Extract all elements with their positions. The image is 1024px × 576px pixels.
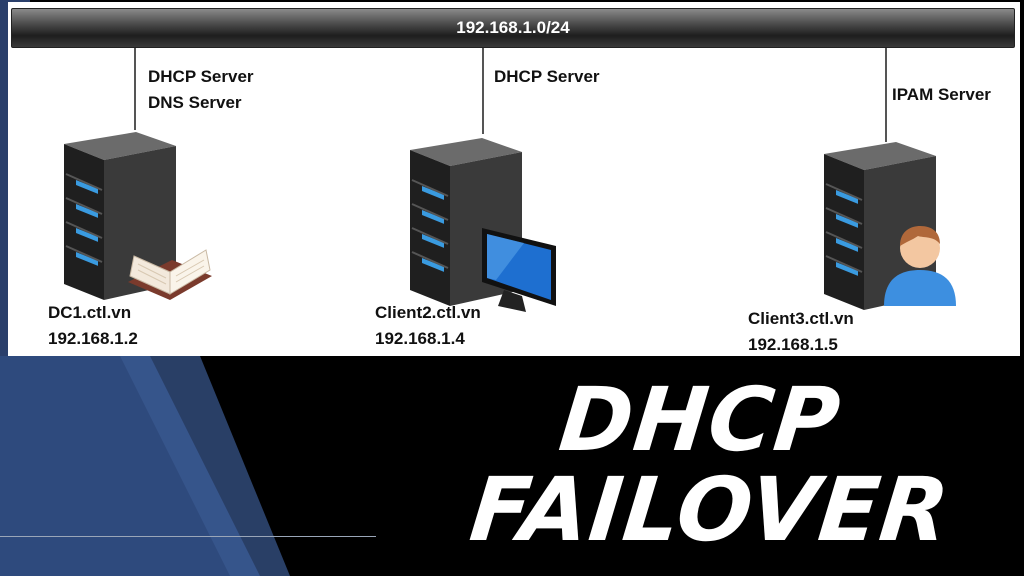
ip-address: 192.168.1.4 (375, 329, 465, 348)
ip-address: 192.168.1.5 (748, 335, 838, 354)
user-icon (884, 226, 956, 306)
role-dhcp-server: DHCP Server (148, 67, 254, 86)
server-1-host: DC1.ctl.vn 192.168.1.2 (48, 300, 138, 352)
title-line-1: DHCP (554, 368, 846, 471)
server-2-host: Client2.ctl.vn 192.168.1.4 (375, 300, 481, 352)
server-3-roles: IPAM Server (892, 82, 991, 108)
role-ipam-server: IPAM Server (892, 85, 991, 104)
subnet-label: 192.168.1.0/24 (456, 18, 570, 37)
network-diagram: 192.168.1.0/24 DHCP Server DNS Server DH… (8, 2, 1020, 356)
role-dhcp-server: DHCP Server (494, 67, 600, 86)
server-3-host: Client3.ctl.vn 192.168.1.5 (748, 306, 854, 356)
title-line-2: FAILOVER (465, 458, 955, 561)
connection-line-dc1 (134, 48, 136, 130)
role-dns-server: DNS Server (148, 93, 242, 112)
connection-line-client2 (482, 48, 484, 134)
hostname: Client2.ctl.vn (375, 303, 481, 322)
hostname: DC1.ctl.vn (48, 303, 132, 322)
ip-address: 192.168.1.2 (48, 329, 138, 348)
connection-line-client3 (885, 48, 887, 142)
monitor-icon (482, 228, 556, 312)
hostname: Client3.ctl.vn (748, 309, 854, 328)
network-bus: 192.168.1.0/24 (11, 8, 1015, 48)
server-2-roles: DHCP Server (494, 64, 600, 90)
server-1-roles: DHCP Server DNS Server (148, 64, 254, 116)
divider-line (0, 536, 376, 537)
